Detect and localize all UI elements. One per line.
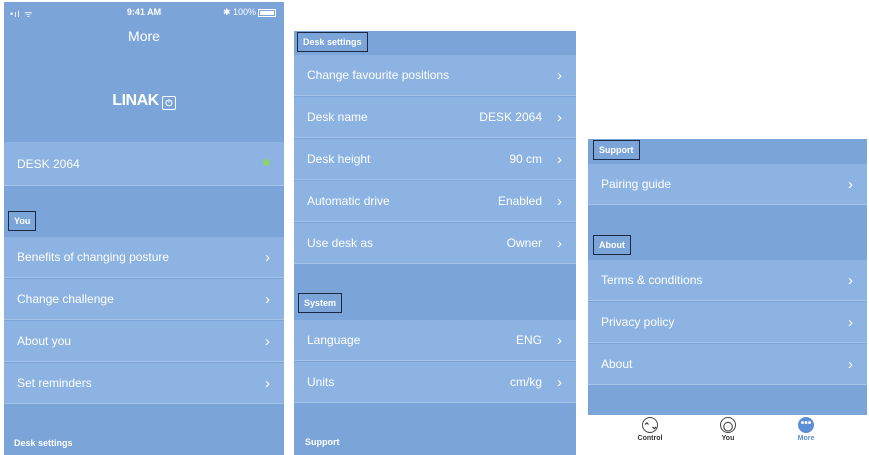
list-item-label: About you [17,334,72,348]
tab-bar: ⌃⌄ Control ◯ You ••• More [588,415,867,455]
section-system: System [298,293,343,313]
logo-area: LINAK ⏻ [4,54,284,142]
logo-mark-icon: ⏻ [161,96,176,110]
chevron-right-icon: › [848,314,853,331]
section-about: About [593,235,631,255]
tab-more[interactable]: ••• More [786,417,826,442]
list-item-desk-name[interactable]: Desk name DESK 2064 › [294,97,576,138]
list-item-value: DESK 2064 [479,110,542,124]
chevron-right-icon: › [557,235,562,252]
control-icon: ⌃⌄ [642,417,658,433]
list-item-label: Pairing guide [601,177,672,191]
list-item-set-reminders[interactable]: Set reminders › [4,363,284,404]
list-item-units[interactable]: Units cm/kg › [294,362,576,403]
list-item-about[interactable]: About › [588,344,867,385]
battery-icon [258,8,276,17]
list-item-label: Language [307,333,361,347]
linak-logo: LINAK ⏻ [4,92,284,110]
tab-label: More [797,435,815,442]
status-bar: •ıl ᯤ 9:41 AM ✱ 100% [4,2,284,22]
connected-status-dot [263,159,270,166]
list-item-value: cm/kg [509,375,542,389]
tab-control[interactable]: ⌃⌄ Control [630,417,670,442]
list-item-label: About [601,357,633,371]
more-screen: •ıl ᯤ 9:41 AM ✱ 100% More LINAK ⏻ DESK 20… [4,2,284,455]
section-support: Support [593,140,640,160]
list-item-about-you[interactable]: About you › [4,321,284,362]
section-desk-settings: Desk settings [14,438,73,448]
list-item-value: 90 cm [509,152,542,166]
page-title: More [128,28,160,44]
list-item-label: Change favourite positions [307,68,450,82]
list-item-value: Enabled [497,194,542,208]
chevron-right-icon: › [557,109,562,126]
person-icon: ◯ [720,417,736,433]
list-item-desk-height[interactable]: Desk height 90 cm › [294,139,576,180]
list-item-language[interactable]: Language ENG › [294,320,576,361]
support-about-screen: Support Pairing guide › About Terms & co… [588,139,867,455]
list-item-label: Automatic drive [307,194,390,208]
chevron-right-icon: › [557,151,562,168]
tab-you[interactable]: ◯ You [708,417,748,442]
list-item-value: ENG [515,333,542,347]
chevron-right-icon: › [557,332,562,349]
list-item-label: Units [307,375,335,389]
list-item-label: Desk name [307,110,368,124]
list-item-use-desk-as[interactable]: Use desk as Owner › [294,223,576,264]
list-item-label: Use desk as [307,236,374,250]
list-item-automatic-drive[interactable]: Automatic drive Enabled › [294,181,576,222]
chevron-right-icon: › [265,333,270,350]
more-dots-icon: ••• [798,417,814,433]
battery-text: ✱ 100% [222,7,256,17]
list-item-label: Terms & conditions [601,273,703,287]
list-item-label: Desk height [307,152,371,166]
section-you: You [8,211,37,231]
list-item-privacy-policy[interactable]: Privacy policy › [588,302,867,343]
logo-text: LINAK [112,92,159,109]
list-item-terms[interactable]: Terms & conditions › [588,260,867,301]
list-item-favourite-positions[interactable]: Change favourite positions › [294,55,576,96]
chevron-right-icon: › [848,272,853,289]
chevron-right-icon: › [265,375,270,392]
chevron-right-icon: › [848,176,853,193]
list-item-label: Change challenge [17,292,114,306]
tab-label: You [721,435,735,442]
desk-name-label: DESK 2064 [17,157,80,171]
section-support: Support [305,437,340,447]
chevron-right-icon: › [557,193,562,210]
list-item-label: Benefits of changing posture [17,250,170,264]
list-item-label: Set reminders [17,376,92,390]
chevron-right-icon: › [265,249,270,266]
battery-status: ✱ 100% [223,7,276,18]
list-item-value: Owner [506,236,542,250]
chevron-right-icon: › [265,291,270,308]
desk-settings-screen: Desk settings Change favourite positions… [294,31,576,455]
list-item-label: Privacy policy [601,315,675,329]
list-item-change-challenge[interactable]: Change challenge › [4,279,284,320]
tab-label: Control [637,435,663,442]
list-item-benefits[interactable]: Benefits of changing posture › [4,237,284,278]
chevron-right-icon: › [848,356,853,373]
desk-connection-row[interactable]: DESK 2064 [4,142,284,186]
chevron-right-icon: › [557,374,562,391]
chevron-right-icon: › [557,67,562,84]
list-item-pairing-guide[interactable]: Pairing guide › [588,164,867,205]
section-desk-settings: Desk settings [297,32,368,52]
